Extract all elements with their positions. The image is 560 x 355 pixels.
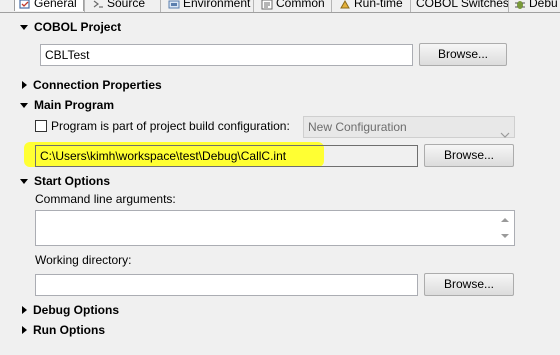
tab-common[interactable]: Common bbox=[257, 0, 331, 11]
working-directory-input[interactable] bbox=[35, 274, 418, 296]
section-debug-options[interactable]: Debug Options bbox=[22, 303, 119, 317]
section-title: Debug Options bbox=[33, 303, 119, 317]
source-icon bbox=[92, 0, 104, 10]
launch-config-tab-bar: General Source Environment Common Run-ti… bbox=[0, 0, 560, 13]
tab-environment[interactable]: Environment bbox=[164, 0, 256, 11]
tab-label: Debu bbox=[529, 0, 558, 10]
cobol-project-browse-button[interactable]: Browse... bbox=[419, 43, 507, 66]
common-icon bbox=[261, 0, 273, 10]
tab-debug[interactable]: Debu bbox=[510, 0, 560, 11]
build-configuration-checkbox[interactable] bbox=[35, 120, 47, 132]
tab-label: Common bbox=[276, 0, 325, 10]
working-directory-label: Working directory: bbox=[35, 253, 132, 267]
environment-icon bbox=[168, 0, 180, 10]
tab-general[interactable]: General bbox=[14, 0, 84, 11]
chevron-right-icon[interactable] bbox=[22, 81, 27, 89]
command-line-arguments-input[interactable] bbox=[35, 210, 515, 246]
tab-label: General bbox=[34, 0, 77, 10]
section-title: Start Options bbox=[34, 174, 111, 188]
cobol-project-field[interactable]: CBLTest bbox=[40, 44, 413, 66]
tab-label: COBOL Switches bbox=[416, 0, 509, 10]
section-title: Main Program bbox=[34, 98, 115, 112]
chevron-right-icon[interactable] bbox=[22, 306, 27, 314]
debug-icon bbox=[514, 0, 526, 10]
chevron-right-icon[interactable] bbox=[22, 326, 27, 334]
tab-cobol-switches[interactable]: COBOL Switches bbox=[412, 0, 515, 11]
main-program-path-field[interactable]: C:\Users\kimh\workspace\test\Debug\CallC… bbox=[35, 145, 418, 167]
tab-runtime[interactable]: Run-time bbox=[335, 0, 409, 11]
chevron-down-icon bbox=[500, 124, 510, 144]
build-configuration-label: Program is part of project build configu… bbox=[51, 119, 290, 133]
general-icon bbox=[19, 0, 31, 10]
chevron-down-icon[interactable] bbox=[20, 102, 28, 108]
tab-label: Run-time bbox=[354, 0, 403, 10]
section-cobol-project[interactable]: COBOL Project bbox=[20, 20, 122, 34]
runtime-icon bbox=[339, 0, 351, 10]
configuration-value: New Configuration bbox=[308, 120, 407, 134]
section-title: COBOL Project bbox=[34, 20, 122, 34]
scroll-up-icon[interactable] bbox=[501, 218, 509, 222]
section-title: Run Options bbox=[33, 323, 105, 337]
chevron-down-icon[interactable] bbox=[20, 24, 28, 30]
section-start-options[interactable]: Start Options bbox=[20, 174, 111, 188]
scrollbar[interactable] bbox=[498, 212, 513, 244]
configuration-select[interactable]: New Configuration bbox=[303, 116, 515, 138]
tab-label: Source bbox=[107, 0, 146, 10]
section-run-options[interactable]: Run Options bbox=[22, 323, 105, 337]
working-directory-browse-button[interactable]: Browse... bbox=[424, 273, 514, 296]
tab-label: Environment bbox=[183, 0, 251, 10]
tab-source[interactable]: Source bbox=[88, 0, 151, 11]
section-main-program[interactable]: Main Program bbox=[20, 98, 115, 112]
section-title: Connection Properties bbox=[33, 78, 162, 92]
command-line-arguments-label: Command line arguments: bbox=[35, 192, 176, 206]
chevron-down-icon[interactable] bbox=[20, 178, 28, 184]
scroll-down-icon[interactable] bbox=[501, 234, 509, 238]
main-program-browse-button[interactable]: Browse... bbox=[424, 144, 514, 167]
section-connection-properties[interactable]: Connection Properties bbox=[22, 78, 162, 92]
